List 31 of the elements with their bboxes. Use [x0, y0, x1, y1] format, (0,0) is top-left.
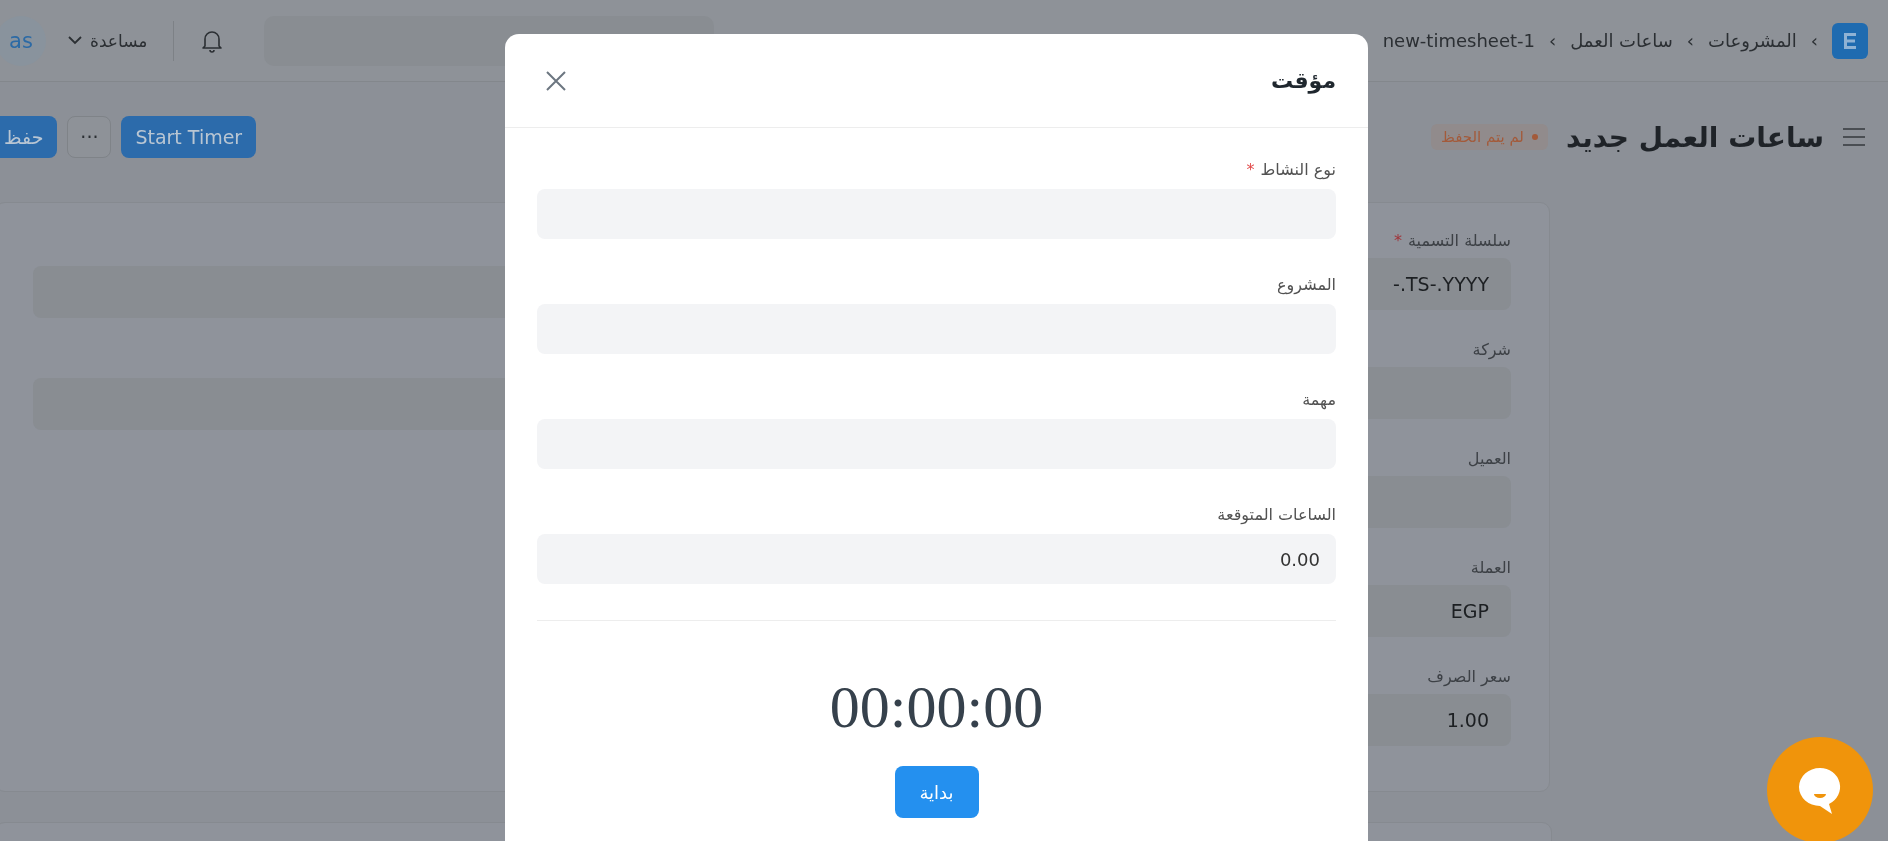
- required-asterisk: *: [1246, 160, 1255, 179]
- close-icon[interactable]: [545, 69, 567, 92]
- input-field[interactable]: 0.00: [537, 534, 1336, 584]
- dialog-title: مؤقت: [1270, 68, 1336, 93]
- field-label: سعر الصرف: [1427, 667, 1511, 686]
- page-title: ساعات العمل جديد: [1565, 120, 1824, 154]
- breadcrumb-link[interactable]: المشروعات: [1708, 30, 1797, 51]
- field-label: العميل: [1467, 449, 1511, 468]
- timer-display: 00:00:00: [829, 674, 1044, 740]
- breadcrumb-separator: ›: [1810, 30, 1818, 51]
- field-label: سلسلة التسمية: [1408, 231, 1511, 250]
- required-asterisk: *: [1394, 231, 1402, 250]
- field-label: شركة: [1472, 340, 1511, 359]
- more-button[interactable]: ···: [67, 116, 112, 158]
- help-dropdown[interactable]: مساعدة: [68, 30, 148, 51]
- field-label: الساعات المتوقعة: [1217, 505, 1336, 524]
- field-label: العملة: [1470, 558, 1511, 577]
- start-button[interactable]: بداية: [894, 766, 979, 818]
- action-button[interactable]: Start Timer: [121, 116, 257, 158]
- menu-icon[interactable]: [1842, 127, 1866, 147]
- chevron-down-icon: [68, 36, 82, 45]
- app-logo-icon[interactable]: [1832, 22, 1868, 59]
- breadcrumb-link[interactable]: ساعات العمل: [1570, 30, 1673, 51]
- field-label: نوع النشاط: [1260, 160, 1336, 179]
- breadcrumb-link[interactable]: new-timesheet-1: [1382, 30, 1535, 51]
- breadcrumb-separator: ›: [1548, 30, 1557, 51]
- field-label: مهمة: [1302, 390, 1336, 409]
- status-badge: لم يتم الحفظ: [1430, 124, 1548, 150]
- action-button[interactable]: حفظ: [0, 116, 58, 158]
- breadcrumb-separator: ›: [1686, 30, 1695, 51]
- field-label: المشروع: [1277, 275, 1336, 294]
